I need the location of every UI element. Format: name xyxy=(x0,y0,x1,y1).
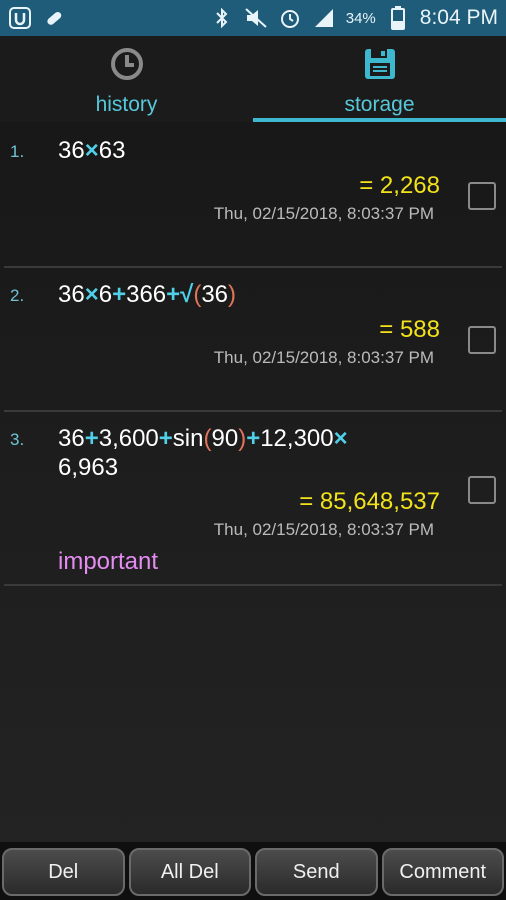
expression: 36+3,600+sin(90)+12,300× 6,963 xyxy=(58,424,432,482)
paren-token: ) xyxy=(238,425,247,452)
list-item: 1. 36×63 = 2,268 Thu, 02/15/2018, 8:03:3… xyxy=(4,122,502,268)
number-token: 6,963 xyxy=(58,454,119,481)
number-token: 36 xyxy=(58,137,85,164)
number-token: 36 xyxy=(201,281,229,308)
storage-list: 1. 36×63 = 2,268 Thu, 02/15/2018, 8:03:3… xyxy=(0,122,506,842)
operator-token: × xyxy=(84,137,99,164)
signal-icon xyxy=(312,6,336,30)
action-bar: Del All Del Send Comment xyxy=(0,842,506,900)
operator-token: + xyxy=(246,425,261,452)
clock-time: 8:04 PM xyxy=(419,6,498,29)
operator-token: × xyxy=(84,281,99,308)
expression: 36×63 xyxy=(58,136,432,165)
floppy-disk-icon xyxy=(362,46,398,87)
send-button[interactable]: Send xyxy=(255,848,378,896)
timestamp: Thu, 02/15/2018, 8:03:37 PM xyxy=(213,348,434,367)
mute-icon xyxy=(244,6,268,30)
paren-token: ) xyxy=(228,281,237,308)
expression: 36×6+366+√(36) xyxy=(58,280,432,309)
select-checkbox[interactable] xyxy=(468,326,496,354)
result: = 588 xyxy=(379,316,440,343)
item-number: 1. xyxy=(10,142,25,161)
operator-token: × xyxy=(333,425,348,452)
operator-token: √ xyxy=(180,281,194,308)
number-token: sin xyxy=(172,425,204,452)
item-number: 3. xyxy=(10,430,25,449)
operator-token: + xyxy=(158,425,173,452)
delete-button[interactable]: Del xyxy=(2,848,125,896)
list-item: 2. 36×6+366+√(36) = 588 Thu, 02/15/2018,… xyxy=(4,268,502,412)
number-token: 3,600 xyxy=(98,425,159,452)
list-item: 3. 36+3,600+sin(90)+12,300× 6,963 = 85,64… xyxy=(4,412,502,586)
select-checkbox[interactable] xyxy=(468,476,496,504)
timestamp: Thu, 02/15/2018, 8:03:37 PM xyxy=(213,520,434,539)
tab-storage[interactable]: storage xyxy=(253,36,506,122)
number-token: 36 xyxy=(58,425,85,452)
number-token: 36 xyxy=(58,281,85,308)
comment-button[interactable]: Comment xyxy=(381,848,504,896)
number-token: 6 xyxy=(98,281,113,308)
delete-all-button[interactable]: All Del xyxy=(128,848,251,896)
number-token: 90 xyxy=(211,425,239,452)
number-token: 12,300 xyxy=(260,425,334,452)
result: = 2,268 xyxy=(359,172,440,199)
tab-label: storage xyxy=(344,93,415,116)
result: = 85,648,537 xyxy=(299,488,440,515)
app-icon xyxy=(8,6,32,30)
tab-history[interactable]: history xyxy=(0,36,253,122)
operator-token: + xyxy=(112,281,127,308)
operator-token: + xyxy=(166,281,181,308)
clock-icon xyxy=(109,46,145,87)
operator-token: + xyxy=(84,425,99,452)
number-token: 366 xyxy=(126,281,167,308)
battery-percent: 34% xyxy=(345,9,376,27)
tab-bar: history storage xyxy=(0,36,506,122)
bluetooth-icon xyxy=(210,6,234,30)
tab-label: history xyxy=(95,93,158,116)
select-checkbox[interactable] xyxy=(468,182,496,210)
item-number: 2. xyxy=(10,286,25,305)
alarm-icon xyxy=(278,6,302,30)
number-token: 63 xyxy=(98,137,126,164)
battery-icon xyxy=(386,6,410,30)
pill-icon xyxy=(42,6,66,30)
timestamp: Thu, 02/15/2018, 8:03:37 PM xyxy=(213,204,434,223)
comment: important xyxy=(58,548,159,575)
status-bar: 34% 8:04 PM xyxy=(0,0,506,36)
